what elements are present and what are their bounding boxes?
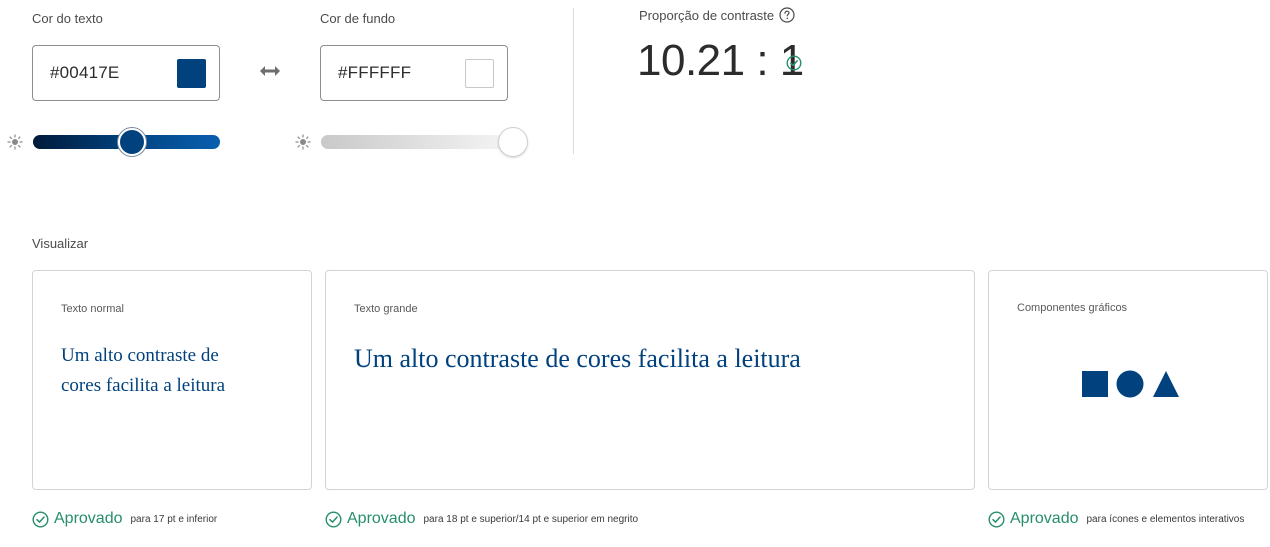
- pass-status: Aprovado: [54, 510, 123, 527]
- triangle-icon: [1153, 371, 1179, 397]
- pass-note: para 18 pt e superior/14 pt e superior e…: [423, 513, 639, 525]
- help-icon[interactable]: [779, 7, 795, 23]
- large-text-sample: Um alto contraste de cores facilita a le…: [354, 344, 801, 373]
- background-color-hex[interactable]: #FFFFFF: [338, 63, 411, 83]
- check-circle-icon: [32, 510, 49, 528]
- background-color-label: Cor de fundo: [320, 11, 396, 26]
- background-color-input[interactable]: #FFFFFF: [320, 45, 508, 101]
- pass-note: para ícones e elementos interativos: [1086, 513, 1245, 525]
- divider: [573, 8, 574, 154]
- text-color-hex[interactable]: #00417E: [50, 63, 119, 83]
- text-color-label: Cor do texto: [32, 11, 103, 26]
- check-circle-icon: [988, 510, 1005, 528]
- sun-icon: [7, 134, 23, 150]
- swap-arrows-icon[interactable]: [259, 63, 281, 79]
- contrast-ratio-value: 10.21 : 1: [637, 36, 804, 85]
- text-brightness-thumb[interactable]: [118, 128, 146, 156]
- check-circle-icon: [786, 55, 802, 71]
- square-icon: [1082, 371, 1108, 397]
- card-title: Componentes gráficos: [1017, 302, 1128, 314]
- pass-status: Aprovado: [347, 510, 416, 527]
- graphic-shapes: [1082, 370, 1179, 398]
- pass-status: Aprovado: [1010, 510, 1079, 527]
- text-color-input[interactable]: #00417E: [32, 45, 220, 101]
- pass-note: para 17 pt e inferior: [130, 513, 218, 525]
- card-large-text: Texto grande Um alto contraste de cores …: [325, 270, 975, 490]
- sun-icon: [295, 134, 311, 150]
- card-title: Texto normal: [61, 303, 124, 315]
- result-large-text: Aprovado para 18 pt e superior/14 pt e s…: [325, 508, 638, 530]
- preview-label: Visualizar: [32, 236, 89, 251]
- check-circle-icon: [325, 510, 342, 528]
- card-normal-text: Texto normal Um alto contraste de cores …: [32, 270, 312, 490]
- contrast-ratio-label: Proporção de contraste: [639, 8, 775, 23]
- background-brightness-slider[interactable]: [321, 135, 508, 149]
- result-graphic-components: Aprovado para ícones e elementos interat…: [988, 508, 1244, 530]
- background-color-swatch[interactable]: [465, 59, 494, 88]
- result-normal-text: Aprovado para 17 pt e inferior: [32, 508, 217, 530]
- text-color-swatch[interactable]: [177, 59, 206, 88]
- circle-icon: [1116, 370, 1144, 398]
- background-brightness-thumb[interactable]: [498, 127, 528, 157]
- normal-text-sample: Um alto contraste de cores facilita a le…: [61, 345, 226, 396]
- card-graphic-components: Componentes gráficos: [988, 270, 1268, 490]
- card-title: Texto grande: [354, 303, 418, 315]
